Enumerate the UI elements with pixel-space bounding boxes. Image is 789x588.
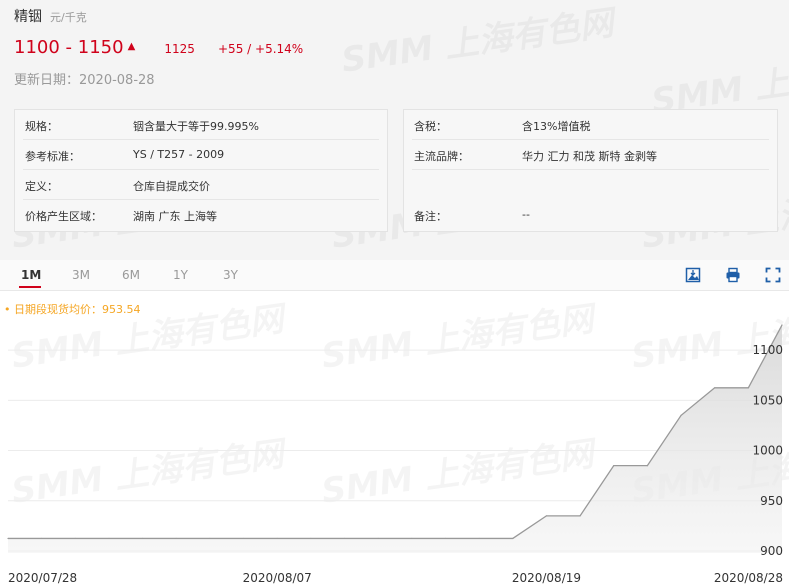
- price-point: [714, 387, 716, 389]
- price-chart-panel: 1M 3M 6M 1Y 3Y • 日期段现货均价：953.54 SMM 上海有色…: [0, 260, 789, 588]
- price-point: [41, 537, 43, 540]
- spec-key: 含税：: [414, 120, 447, 133]
- x-tick-label: 2020/08/28: [714, 571, 783, 585]
- price-point: [209, 537, 211, 540]
- price-point: [646, 465, 648, 467]
- y-tick-label: 900: [760, 544, 783, 558]
- spec-row: 规格： 铟含量大于等于99.995%: [23, 110, 379, 140]
- spec-value: 湖南 广东 上海等: [133, 210, 217, 223]
- update-date-value: 2020-08-28: [79, 73, 155, 88]
- price-point: [377, 537, 379, 540]
- price-summary: 1100 - 1150 ▲ 1125 +55 / +5.14%: [14, 37, 303, 58]
- spec-key: 主流品牌：: [414, 150, 469, 163]
- product-unit: 元/千克: [50, 11, 87, 24]
- price-point: [276, 537, 278, 540]
- spec-row: 参考标准： YS / T257 - 2009: [23, 140, 379, 170]
- price-point: [512, 537, 514, 540]
- spec-value: 含13%增值税: [522, 120, 591, 133]
- spec-row: 定义： 仓库自提成交价: [23, 170, 379, 200]
- spec-row: 价格产生区域： 湖南 广东 上海等: [23, 200, 379, 229]
- watermark: SMM 上海有色网: [338, 0, 616, 82]
- price-change-value: +55: [218, 42, 244, 56]
- spec-key: 参考标准：: [25, 150, 80, 163]
- price-change: +55 / +5.14%: [218, 42, 303, 56]
- price-point: [613, 465, 615, 467]
- y-tick-label: 1050: [752, 393, 783, 407]
- price-point: [411, 537, 413, 540]
- price-average: 1125: [164, 42, 195, 56]
- price-point: [142, 537, 144, 540]
- x-tick-label: 2020/08/07: [243, 571, 312, 585]
- price-point: [175, 537, 177, 540]
- price-up-icon: ▲: [127, 41, 136, 52]
- fullscreen-icon[interactable]: [765, 267, 781, 283]
- y-tick-label: 950: [760, 494, 783, 508]
- tab-1m[interactable]: 1M: [21, 268, 41, 282]
- price-point: [747, 387, 749, 389]
- spec-panel-left: 规格： 铟含量大于等于99.995% 参考标准： YS / T257 - 2009 …: [14, 109, 388, 232]
- price-point: [478, 537, 480, 540]
- spec-row: 备注： --: [412, 200, 769, 229]
- spec-key: 定义：: [25, 180, 58, 193]
- price-point: [781, 324, 783, 326]
- price-point: [242, 537, 245, 540]
- product-name: 精铟: [14, 9, 42, 25]
- price-point: [310, 537, 312, 540]
- product-header: 精铟 元/千克: [14, 6, 87, 26]
- update-date-label: 更新日期：: [14, 73, 80, 88]
- x-tick-label: 2020/07/28: [8, 571, 77, 585]
- spec-key: 规格：: [25, 120, 58, 133]
- spec-value: 仓库自提成交价: [133, 180, 210, 193]
- spec-value: --: [522, 208, 530, 221]
- spec-key: 价格产生区域：: [25, 210, 102, 223]
- price-point: [343, 537, 346, 540]
- tab-6m[interactable]: 6M: [122, 268, 140, 282]
- price-point: [74, 537, 76, 540]
- price-point: [579, 515, 581, 517]
- price-area-chart: 900 950 1000 1050 1100 2020/07/28 2020/08/07 2…: [7, 324, 783, 585]
- price-point: [7, 537, 9, 540]
- range-tabs: 1M 3M 6M 1Y 3Y: [0, 260, 789, 291]
- price-point: [680, 414, 682, 417]
- tab-1y[interactable]: 1Y: [173, 268, 188, 282]
- tab-3m[interactable]: 3M: [72, 268, 90, 282]
- price-change-percent: +5.14%: [255, 42, 304, 56]
- update-date: 更新日期：2020-08-28: [14, 69, 155, 88]
- price-change-separator: /: [247, 42, 252, 56]
- spec-key: 备注：: [414, 210, 447, 223]
- y-tick-label: 1000: [752, 444, 783, 458]
- active-tab-indicator: [19, 286, 41, 288]
- spec-value: 华力 汇力 和茂 斯特 金剥等: [522, 150, 657, 163]
- spec-panel-right: 含税： 含13%增值税 主流品牌： 华力 汇力 和茂 斯特 金剥等 备注： --: [403, 109, 778, 232]
- tab-3y[interactable]: 3Y: [223, 268, 238, 282]
- x-tick-label: 2020/08/19: [512, 571, 581, 585]
- price-range: 1100 - 1150: [14, 37, 124, 58]
- spec-value: YS / T257 - 2009: [133, 148, 225, 161]
- spec-value: 铟含量大于等于99.995%: [133, 120, 259, 133]
- spec-row: 含税： 含13%增值税: [412, 110, 769, 140]
- price-point: [108, 537, 110, 540]
- y-tick-label: 1100: [752, 343, 783, 357]
- price-point: [444, 537, 447, 540]
- price-point: [545, 515, 548, 517]
- spec-row: [412, 170, 769, 199]
- download-image-icon[interactable]: [685, 267, 701, 283]
- spec-row: 主流品牌： 华力 汇力 和茂 斯特 金剥等: [412, 140, 769, 170]
- print-icon[interactable]: [725, 267, 741, 283]
